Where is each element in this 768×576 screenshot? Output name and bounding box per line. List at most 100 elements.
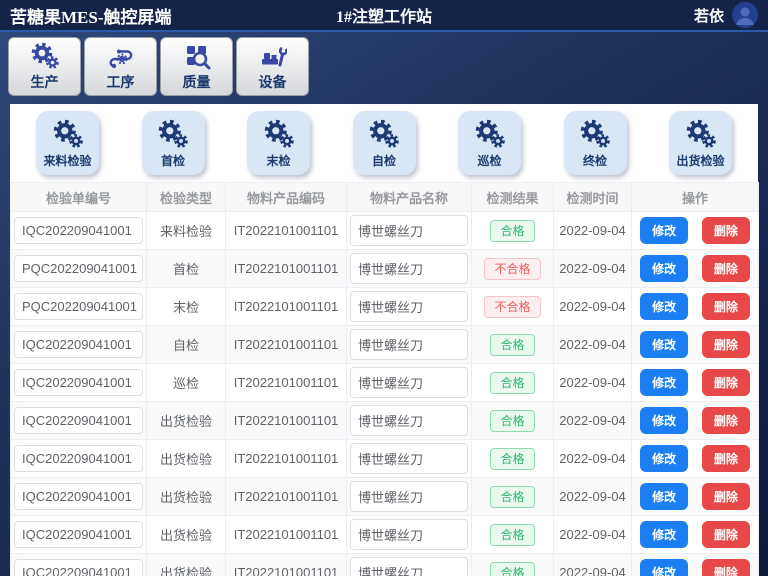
material-name-field[interactable]: 博世螺丝刀 (350, 519, 468, 550)
result-badge: 合格 (490, 334, 534, 356)
edit-button[interactable]: 修改 (640, 521, 688, 548)
delete-button[interactable]: 删除 (702, 217, 750, 244)
table-header-row: 检验单编号检验类型物料产品编码物料产品名称检测结果检测时间操作 (11, 183, 759, 212)
inspection-button-incoming[interactable]: 来料检验 (36, 111, 99, 175)
cell-result: 合格 (472, 440, 554, 478)
gears-icon (158, 119, 188, 149)
avatar[interactable] (732, 2, 758, 28)
edit-button[interactable]: 修改 (640, 331, 688, 358)
order-no-field[interactable]: IQC202209041001 (14, 521, 143, 548)
delete-button[interactable]: 删除 (702, 559, 750, 576)
material-name-field[interactable]: 博世螺丝刀 (350, 443, 468, 474)
table-row: IQC202209041001 出货检验 IT2022101001101 博世螺… (11, 402, 759, 440)
cell-actions: 修改 删除 (632, 516, 759, 554)
column-header: 检测时间 (554, 183, 632, 212)
mes-touch-screen: 苦糖果MES-触控屏端 1#注塑工作站 若依 生产 (0, 0, 768, 576)
inspection-button-label: 自检 (372, 152, 396, 169)
delete-button[interactable]: 删除 (702, 407, 750, 434)
material-name-field[interactable]: 博世螺丝刀 (350, 291, 468, 322)
order-no-field[interactable]: IQC202209041001 (14, 369, 143, 396)
inspection-button-label: 巡检 (477, 152, 501, 169)
cell-order-no: PQC202209041001 (11, 288, 147, 326)
cell-material-name: 博世螺丝刀 (347, 478, 472, 516)
inspection-button-first-article[interactable]: 首检 (142, 111, 205, 175)
order-no-field[interactable]: IQC202209041001 (14, 445, 143, 472)
order-no-field[interactable]: IQC202209041001 (14, 217, 143, 244)
cell-material-name: 博世螺丝刀 (347, 212, 472, 250)
gears-icon (264, 119, 294, 149)
delete-button[interactable]: 删除 (702, 293, 750, 320)
cell-result: 合格 (472, 516, 554, 554)
toolbar-button-label: 生产 (31, 72, 59, 92)
order-no-field[interactable]: IQC202209041001 (14, 407, 143, 434)
material-name-field[interactable]: 博世螺丝刀 (350, 481, 468, 512)
edit-button[interactable]: 修改 (640, 369, 688, 396)
cell-date: 2022-09-04 (554, 440, 632, 478)
edit-button[interactable]: 修改 (640, 407, 688, 434)
app-title: 苦糖果MES-触控屏端 (10, 3, 172, 28)
edit-button[interactable]: 修改 (640, 255, 688, 282)
material-name-field[interactable]: 博世螺丝刀 (350, 557, 468, 576)
toolbar-button-production[interactable]: 生产 (8, 37, 81, 96)
edit-button[interactable]: 修改 (640, 217, 688, 244)
delete-button[interactable]: 删除 (702, 369, 750, 396)
table-row: IQC202209041001 自检 IT2022101001101 博世螺丝刀… (11, 326, 759, 364)
cell-order-no: IQC202209041001 (11, 478, 147, 516)
cell-actions: 修改 删除 (632, 326, 759, 364)
table-row: IQC202209041001 来料检验 IT2022101001101 博世螺… (11, 212, 759, 250)
cell-inspection-type: 出货检验 (147, 478, 226, 516)
result-badge: 合格 (490, 410, 534, 432)
order-no-field[interactable]: PQC202209041001 (14, 255, 143, 282)
edit-button[interactable]: 修改 (640, 293, 688, 320)
gears-icon (369, 119, 399, 149)
result-badge: 合格 (490, 448, 534, 470)
cell-date: 2022-09-04 (554, 326, 632, 364)
cell-result: 不合格 (472, 288, 554, 326)
cell-actions: 修改 删除 (632, 440, 759, 478)
inspection-button-row: 来料检验 首检 末检 (10, 104, 758, 180)
material-name-field[interactable]: 博世螺丝刀 (350, 367, 468, 398)
inspection-button-label: 终检 (583, 152, 607, 169)
order-no-field[interactable]: IQC202209041001 (14, 331, 143, 358)
inspection-button-patrol[interactable]: 巡检 (458, 111, 521, 175)
table-row: PQC202209041001 首检 IT2022101001101 博世螺丝刀… (11, 250, 759, 288)
inspection-button-label: 末检 (266, 152, 290, 169)
material-name-field[interactable]: 博世螺丝刀 (350, 215, 468, 246)
inspection-button-last-article[interactable]: 末检 (247, 111, 310, 175)
inspection-button-self[interactable]: 自检 (353, 111, 416, 175)
cell-material-code: IT2022101001101 (226, 554, 347, 576)
edit-button[interactable]: 修改 (640, 445, 688, 472)
inspection-button-outgoing[interactable]: 出货检验 (669, 111, 732, 175)
delete-button[interactable]: 删除 (702, 331, 750, 358)
toolbar-button-quality[interactable]: 质量 (160, 37, 233, 96)
user-menu[interactable]: 若依 (694, 2, 758, 28)
material-name-field[interactable]: 博世螺丝刀 (350, 405, 468, 436)
cell-result: 合格 (472, 554, 554, 576)
material-name-field[interactable]: 博世螺丝刀 (350, 329, 468, 360)
delete-button[interactable]: 删除 (702, 483, 750, 510)
toolbar-button-process[interactable]: 工序 (84, 37, 157, 96)
edit-button[interactable]: 修改 (640, 483, 688, 510)
inspection-table: 检验单编号检验类型物料产品编码物料产品名称检测结果检测时间操作 IQC20220… (10, 182, 759, 576)
material-name-field[interactable]: 博世螺丝刀 (350, 253, 468, 284)
cell-actions: 修改 删除 (632, 364, 759, 402)
order-no-field[interactable]: IQC202209041001 (14, 559, 143, 576)
cell-material-name: 博世螺丝刀 (347, 288, 472, 326)
cell-inspection-type: 来料检验 (147, 212, 226, 250)
cell-material-code: IT2022101001101 (226, 516, 347, 554)
table-row: IQC202209041001 出货检验 IT2022101001101 博世螺… (11, 554, 759, 576)
cell-material-code: IT2022101001101 (226, 402, 347, 440)
order-no-field[interactable]: PQC202209041001 (14, 293, 143, 320)
delete-button[interactable]: 删除 (702, 445, 750, 472)
gears-icon (686, 119, 716, 149)
inspection-button-final[interactable]: 终检 (564, 111, 627, 175)
order-no-field[interactable]: IQC202209041001 (14, 483, 143, 510)
cell-material-code: IT2022101001101 (226, 326, 347, 364)
toolbar-button-equipment[interactable]: 设备 (236, 37, 309, 96)
cell-date: 2022-09-04 (554, 478, 632, 516)
delete-button[interactable]: 删除 (702, 521, 750, 548)
delete-button[interactable]: 删除 (702, 255, 750, 282)
edit-button[interactable]: 修改 (640, 559, 688, 576)
result-badge: 合格 (490, 562, 534, 576)
cell-actions: 修改 删除 (632, 402, 759, 440)
